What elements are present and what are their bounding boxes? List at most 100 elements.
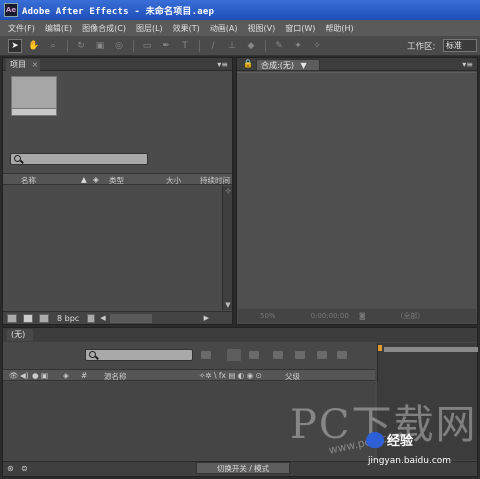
toolbar-divider xyxy=(265,39,266,52)
pan-behind-tool-icon[interactable]: ◎ xyxy=(112,39,126,53)
puppet-starch-tool-icon[interactable]: ✧ xyxy=(310,39,324,53)
timeline-search-input[interactable] xyxy=(85,349,193,361)
chevron-down-icon[interactable]: ▼ xyxy=(300,61,306,70)
interpret-footage-icon[interactable] xyxy=(7,313,17,323)
menu-help[interactable]: 帮助(H) xyxy=(320,23,358,34)
sort-ascending-icon[interactable]: ▲ xyxy=(81,175,87,184)
pen-tool-icon[interactable]: ✒ xyxy=(159,39,173,53)
column-parent[interactable]: 父级 xyxy=(285,371,300,382)
project-scrollbar-horizontal[interactable] xyxy=(109,313,152,323)
project-column-header: 名称 ▲ ◈ 类型 大小 持续时间 xyxy=(3,173,232,185)
scroll-right-arrow-icon[interactable]: ▶ xyxy=(204,314,209,322)
scroll-down-arrow-icon[interactable]: ▼ xyxy=(223,300,233,310)
clone-tool-icon[interactable]: ⊥ xyxy=(225,39,239,53)
puppet-tool-icon[interactable]: ✦ xyxy=(291,39,305,53)
after-effects-logo-icon: Ae xyxy=(4,3,18,17)
audio-icon[interactable]: ◀) xyxy=(20,371,29,380)
zoom-tool-icon[interactable]: ⌕ xyxy=(46,39,60,53)
label-tag-icon[interactable]: ◈ xyxy=(93,175,99,184)
time-ruler[interactable] xyxy=(377,343,478,383)
project-scrollbar-vertical[interactable]: ⊹ ▼ xyxy=(222,186,232,310)
tab-project[interactable]: 项目 × xyxy=(6,59,40,71)
mask-tool-icon[interactable]: ▭ xyxy=(140,39,154,53)
text-tool-icon[interactable]: T xyxy=(178,39,192,53)
zoom-level[interactable]: 50% xyxy=(260,312,276,320)
toggle-switches-modes-button[interactable]: 切换开关 / 模式 xyxy=(196,462,290,474)
tab-timeline[interactable]: (无) xyxy=(7,329,33,341)
column-type[interactable]: 类型 xyxy=(109,175,124,186)
frame-blending-icon[interactable] xyxy=(273,351,283,359)
trash-icon[interactable] xyxy=(87,313,96,323)
composition-panel: 🔒 合成:(无) ▼ ▾≡ 50% 0:00:00:00 ◙ (全部) xyxy=(236,57,478,325)
toggle-modes-icon[interactable]: ⊜ xyxy=(21,464,28,473)
project-thumbnail-caption xyxy=(11,108,57,116)
panel-menu-icon[interactable]: ▾≡ xyxy=(217,60,228,69)
lock-column-icon[interactable]: ▣ xyxy=(41,371,48,380)
timeline-switch-icons xyxy=(201,349,356,361)
column-number[interactable]: # xyxy=(81,371,87,380)
timeline-tabbar: (无) xyxy=(3,328,477,342)
jingyan-url: jingyan.baidu.com xyxy=(368,456,452,466)
menu-file[interactable]: 文件(F) xyxy=(3,23,40,34)
label-tag-icon[interactable]: ◈ xyxy=(63,371,69,380)
toolbar-divider xyxy=(199,39,200,52)
brush-tool-icon[interactable]: ∕ xyxy=(206,39,220,53)
panel-menu-icon[interactable]: ▾≡ xyxy=(462,60,473,69)
column-size[interactable]: 大小 xyxy=(166,175,181,186)
jingyan-label: 经验 xyxy=(387,434,414,449)
tab-composition[interactable]: 合成:(无) ▼ xyxy=(256,59,320,71)
scroll-left-arrow-icon[interactable]: ◀ xyxy=(100,314,105,322)
composition-footer: 50% 0:00:00:00 ◙ (全部) xyxy=(238,309,476,323)
current-time[interactable]: 0:00:00:00 xyxy=(311,312,349,320)
menu-edit[interactable]: 编辑(E) xyxy=(40,23,77,34)
toolbar-divider xyxy=(133,39,134,52)
menu-effect[interactable]: 效果(T) xyxy=(168,23,205,34)
selection-tool-icon[interactable]: ➤ xyxy=(8,38,22,53)
search-icon xyxy=(89,351,96,358)
toggle-switches-icon[interactable]: ⊛ xyxy=(7,464,14,473)
baidu-jingyan-logo: 经验 xyxy=(366,430,413,449)
new-folder-icon[interactable] xyxy=(23,313,33,323)
graph-editor-icon[interactable] xyxy=(317,351,327,359)
search-icon xyxy=(14,155,21,162)
composition-viewport[interactable] xyxy=(237,72,477,308)
time-indicator-icon[interactable] xyxy=(378,345,382,351)
composition-mini-flowchart-icon[interactable] xyxy=(201,351,211,359)
camera-snapshot-icon[interactable]: ◙ xyxy=(359,312,366,320)
menu-composition[interactable]: 图像合成(C) xyxy=(77,23,131,34)
menu-animation[interactable]: 动画(A) xyxy=(205,23,243,34)
column-source-name[interactable]: 源名称 xyxy=(104,371,127,382)
eraser-tool-icon[interactable]: ◆ xyxy=(244,39,258,53)
hide-shy-layers-icon[interactable] xyxy=(249,351,259,359)
camera-tool-icon[interactable]: ▣ xyxy=(93,39,107,53)
menu-window[interactable]: 窗口(W) xyxy=(280,23,320,34)
flowchart-icon[interactable]: ⊹ xyxy=(223,186,233,196)
draft-3d-icon[interactable] xyxy=(227,349,241,361)
visibility-eye-icon[interactable]: 👁 xyxy=(9,371,19,380)
menu-layer[interactable]: 图层(L) xyxy=(131,23,168,34)
brainstorm-icon[interactable] xyxy=(337,351,347,359)
resolution-dropdown[interactable]: (全部) xyxy=(401,311,420,321)
workspace-label: 工作区: xyxy=(407,42,436,52)
timeline-column-header: 👁 ◀) ● ▣ ◈ # 源名称 ✧✲ \ fx ▤ ◐ ◉ ⊙ 父级 xyxy=(3,369,375,381)
switches-icons[interactable]: ✧✲ \ fx ▤ ◐ ◉ ⊙ xyxy=(199,371,262,380)
baidu-paw-icon xyxy=(366,431,384,448)
close-icon[interactable]: × xyxy=(32,60,39,69)
project-tabbar: 项目 × ▾≡ xyxy=(3,58,232,71)
project-search-input[interactable] xyxy=(10,153,148,165)
new-composition-icon[interactable] xyxy=(39,313,49,323)
workspace-dropdown[interactable]: 标准 xyxy=(443,39,477,52)
window-title: Adobe After Effects - 未命名项目.aep xyxy=(22,6,215,17)
bit-depth-label[interactable]: 8 bpc xyxy=(57,314,79,323)
menu-view[interactable]: 视图(V) xyxy=(243,23,281,34)
column-name[interactable]: 名称 xyxy=(21,175,36,186)
work-area-bar[interactable] xyxy=(384,347,478,352)
rotate-tool-icon[interactable]: ↻ xyxy=(74,39,88,53)
lock-icon[interactable]: 🔒 xyxy=(243,59,253,68)
solo-icon[interactable]: ● xyxy=(32,371,39,380)
motion-blur-icon[interactable] xyxy=(295,351,305,359)
roto-brush-tool-icon[interactable]: ✎ xyxy=(272,39,286,53)
title-bar: Ae Adobe After Effects - 未命名项目.aep xyxy=(0,0,480,20)
column-duration[interactable]: 持续时间 xyxy=(200,175,230,186)
hand-tool-icon[interactable]: ✋ xyxy=(27,39,41,53)
